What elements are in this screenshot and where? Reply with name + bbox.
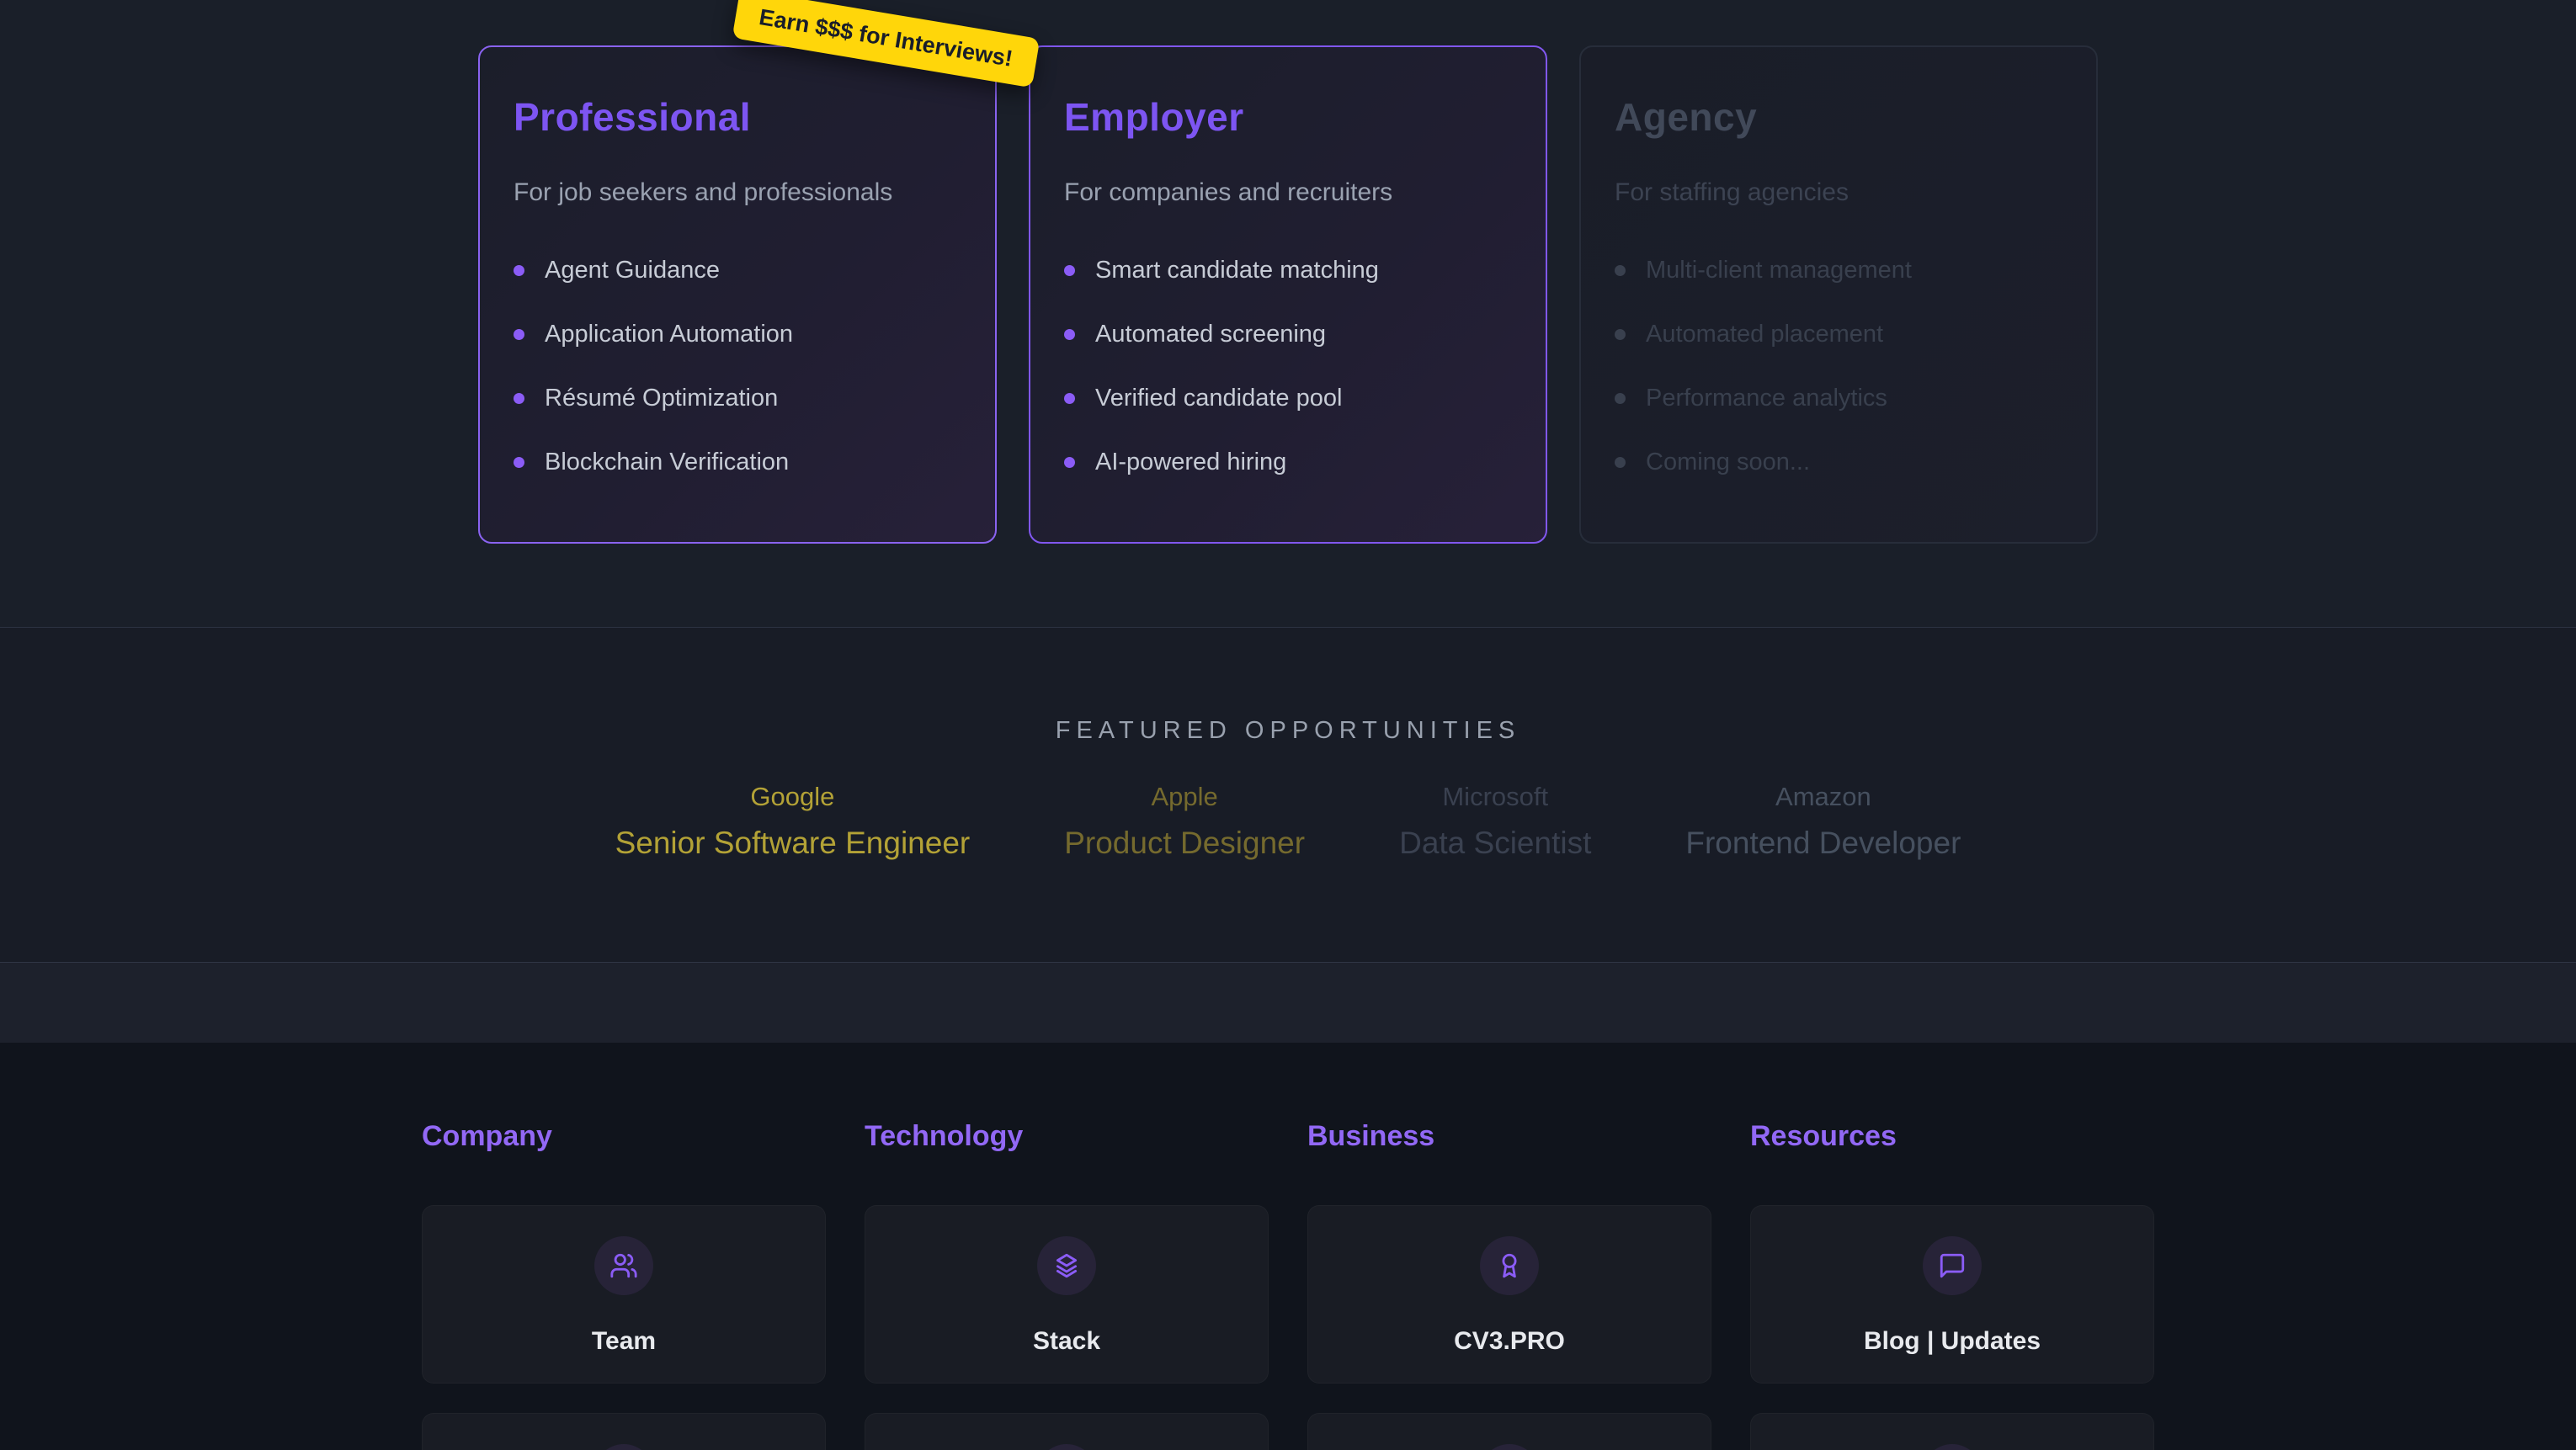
feature-label: Résumé Optimization [545, 384, 778, 412]
footer-card-partial[interactable] [1307, 1413, 1711, 1450]
footer-heading: Company [422, 1120, 826, 1153]
bullet-dot-icon [1615, 329, 1626, 340]
job-role: Product Designer [1064, 826, 1305, 861]
feature-item: Smart candidate matching [1064, 256, 1512, 284]
featured-jobs-row: Google Senior Software Engineer Apple Pr… [0, 782, 2576, 861]
footer-heading: Technology [865, 1120, 1269, 1153]
bullet-dot-icon [1615, 393, 1626, 404]
pricing-card-employer[interactable]: Employer For companies and recruiters Sm… [1029, 45, 1547, 544]
footer-card-stack[interactable]: Stack [865, 1205, 1269, 1384]
card-subtitle: For staffing agencies [1615, 178, 2062, 207]
bullet-dot-icon [514, 393, 524, 404]
feature-list: Smart candidate matching Automated scree… [1064, 256, 1512, 476]
layers-icon [1037, 1236, 1096, 1295]
feature-item: Performance analytics [1615, 384, 2062, 412]
job-company: Microsoft [1399, 782, 1591, 812]
job-company: Amazon [1685, 782, 1961, 812]
footer-section: Company Team Technology Stack [0, 1043, 2576, 1450]
footer-heading: Business [1307, 1120, 1711, 1153]
footer-card-team[interactable]: Team [422, 1205, 826, 1384]
footer-col-technology: Technology Stack [865, 1120, 1269, 1450]
footer-card-partial[interactable] [422, 1413, 826, 1450]
bullet-dot-icon [514, 329, 524, 340]
feature-label: Verified candidate pool [1095, 384, 1342, 412]
featured-job-google[interactable]: Google Senior Software Engineer [615, 782, 971, 861]
feature-item: Verified candidate pool [1064, 384, 1512, 412]
card-subtitle: For job seekers and professionals [514, 178, 961, 207]
footer-card-label: CV3.PRO [1454, 1327, 1565, 1356]
bullet-dot-icon [1064, 457, 1075, 468]
job-role: Data Scientist [1399, 826, 1591, 861]
job-role: Frontend Developer [1685, 826, 1961, 861]
feature-label: Multi-client management [1646, 256, 1912, 284]
partial-icon [1037, 1444, 1096, 1450]
partial-icon [594, 1444, 653, 1450]
feature-label: Automated screening [1095, 320, 1326, 348]
featured-opportunities-section: FEATURED OPPORTUNITIES Google Senior Sof… [0, 628, 2576, 962]
feature-label: Smart candidate matching [1095, 256, 1379, 284]
bullet-dot-icon [1615, 457, 1626, 468]
bullet-dot-icon [1064, 393, 1075, 404]
footer-card-label: Stack [1033, 1327, 1100, 1356]
pricing-section: Earn $$$ for Interviews! Professional Fo… [0, 0, 2576, 628]
footer-col-business: Business CV3.PRO [1307, 1120, 1711, 1450]
footer-col-resources: Resources Blog | Updates [1750, 1120, 2154, 1450]
feature-item: AI-powered hiring [1064, 448, 1512, 476]
card-title: Agency [1615, 94, 2062, 140]
bullet-dot-icon [1064, 329, 1075, 340]
footer-card-cv3pro[interactable]: CV3.PRO [1307, 1205, 1711, 1384]
pricing-grid: Earn $$$ for Interviews! Professional Fo… [478, 0, 2098, 544]
footer-card-blog[interactable]: Blog | Updates [1750, 1205, 2154, 1384]
feature-label: Coming soon... [1646, 448, 1810, 476]
footer-heading: Resources [1750, 1120, 2154, 1153]
spacer-strip [0, 962, 2576, 1043]
feature-item: Résumé Optimization [514, 384, 961, 412]
feature-item: Automated placement [1615, 320, 2062, 348]
award-icon [1480, 1236, 1539, 1295]
pricing-card-agency: Agency For staffing agencies Multi-clien… [1579, 45, 2098, 544]
card-title: Employer [1064, 94, 1512, 140]
feature-label: Automated placement [1646, 320, 1883, 348]
feature-list: Agent Guidance Application Automation Ré… [514, 256, 961, 476]
card-subtitle: For companies and recruiters [1064, 178, 1512, 207]
bullet-dot-icon [514, 265, 524, 276]
partial-icon [1480, 1444, 1539, 1450]
job-role: Senior Software Engineer [615, 826, 971, 861]
footer-card-partial[interactable] [865, 1413, 1269, 1450]
feature-label: Application Automation [545, 320, 793, 348]
footer-card-label: Blog | Updates [1864, 1327, 2041, 1356]
feature-label: Performance analytics [1646, 384, 1887, 412]
feature-item: Blockchain Verification [514, 448, 961, 476]
job-company: Apple [1064, 782, 1305, 812]
footer-grid: Company Team Technology Stack [422, 1043, 2154, 1450]
footer-col-company: Company Team [422, 1120, 826, 1450]
earn-badge: Earn $$$ for Interviews! [732, 0, 1040, 88]
featured-title: FEATURED OPPORTUNITIES [0, 628, 2576, 745]
feature-item: Coming soon... [1615, 448, 2062, 476]
feature-item: Automated screening [1064, 320, 1512, 348]
message-square-icon [1923, 1236, 1982, 1295]
featured-job-microsoft[interactable]: Microsoft Data Scientist [1399, 782, 1591, 861]
job-company: Google [615, 782, 971, 812]
footer-card-partial[interactable] [1750, 1413, 2154, 1450]
users-icon [594, 1236, 653, 1295]
featured-job-apple[interactable]: Apple Product Designer [1064, 782, 1305, 861]
card-title: Professional [514, 94, 961, 140]
pricing-card-professional[interactable]: Earn $$$ for Interviews! Professional Fo… [478, 45, 997, 544]
feature-label: Agent Guidance [545, 256, 720, 284]
bullet-dot-icon [514, 457, 524, 468]
feature-item: Multi-client management [1615, 256, 2062, 284]
featured-job-amazon[interactable]: Amazon Frontend Developer [1685, 782, 1961, 861]
bullet-dot-icon [1064, 265, 1075, 276]
feature-item: Agent Guidance [514, 256, 961, 284]
footer-card-label: Team [592, 1327, 656, 1356]
partial-icon [1923, 1444, 1982, 1450]
feature-label: Blockchain Verification [545, 448, 789, 476]
feature-label: AI-powered hiring [1095, 448, 1286, 476]
feature-list: Multi-client management Automated placem… [1615, 256, 2062, 476]
feature-item: Application Automation [514, 320, 961, 348]
bullet-dot-icon [1615, 265, 1626, 276]
